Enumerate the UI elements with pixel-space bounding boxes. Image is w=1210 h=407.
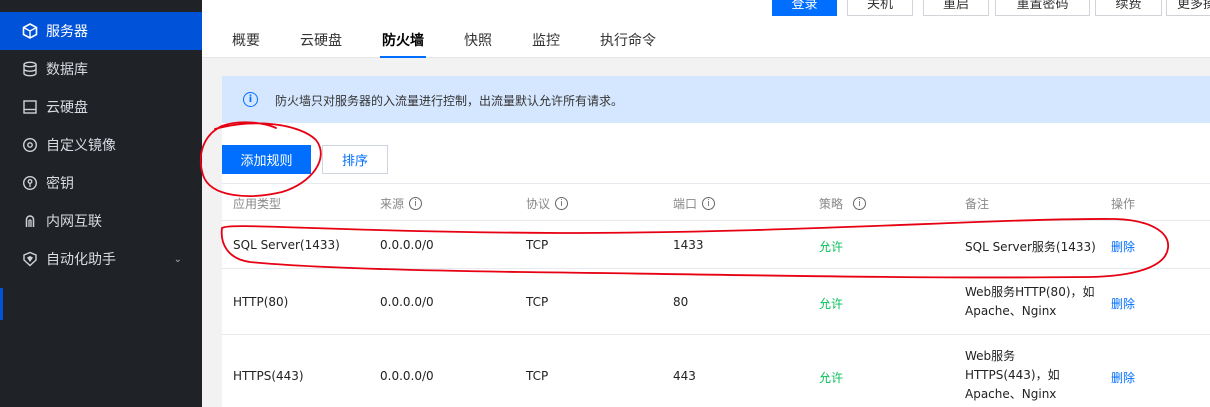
login-button[interactable]: 登录 [772,0,837,16]
sidebar-item-automation[interactable]: 自动化助手 ⌄ [0,240,202,278]
key-icon [22,175,38,191]
scroll-indicator [0,288,3,320]
sidebar-item-key[interactable]: 密钥 [0,164,202,202]
sidebar-item-intranet[interactable]: 内网互联 [0,202,202,240]
delete-link[interactable]: 删除 [1111,238,1135,255]
more-actions-button[interactable]: 更多操作 [1166,0,1210,16]
col-app-type: 应用类型 [233,197,282,211]
note-line: HTTPS(443)，如 [965,368,1060,382]
cell-policy: 允许 [819,297,844,311]
tab-run-command[interactable]: 执行命令 [600,22,656,58]
cell-policy: 允许 [819,371,844,385]
cube-icon [22,23,38,39]
cell-port: 1433 [673,238,704,252]
delete-link[interactable]: 删除 [1111,295,1135,312]
tab-firewall[interactable]: 防火墙 [380,22,426,58]
cell-note: Web服务HTTP(80)，如 Apache、Nginx [965,283,1095,321]
link-icon [22,213,38,229]
sidebar-item-label: 自动化助手 [46,252,116,268]
table-row: SQL Server(1433) 0.0.0.0/0 TCP 1433 允许 S… [222,221,1210,269]
toolbar: 登录 关机 重启 重置密码 续费 更多操作 [202,0,1210,22]
help-icon[interactable]: i [702,197,716,210]
sort-button[interactable]: 排序 [322,145,388,174]
col-source: 来源 i [380,195,423,212]
reset-password-button[interactable]: 重置密码 [995,0,1090,16]
sidebar-item-server[interactable]: 服务器 [0,12,202,50]
tab-cloud-disk[interactable]: 云硬盘 [300,22,342,58]
tab-monitor[interactable]: 监控 [532,22,560,58]
sidebar-item-label: 内网互联 [46,214,102,230]
note-line: Apache、Nginx [965,387,1057,401]
sidebar-item-label: 自定义镜像 [46,138,116,154]
add-rule-button[interactable]: 添加规则 [222,145,311,174]
renew-button[interactable]: 续费 [1095,0,1162,16]
cell-note: SQL Server服务(1433) [965,240,1096,254]
cell-protocol: TCP [526,295,549,309]
cell-app-type: SQL Server(1433) [233,238,340,252]
cell-source: 0.0.0.0/0 [380,369,434,383]
table-header: 应用类型 来源 i 协议 i 端口 i 策略 i 备注 操作 [222,183,1210,221]
cell-port: 443 [673,369,696,383]
tab-snapshot[interactable]: 快照 [464,22,492,58]
chevron-down-icon[interactable]: ⌄ [174,254,182,265]
col-protocol: 协议 i [526,195,569,212]
note-line: Web服务HTTP(80)，如 [965,285,1095,299]
help-icon[interactable]: i [409,197,423,210]
help-icon[interactable]: i [853,197,867,210]
note-line: Web服务 [965,349,1016,363]
cell-port: 80 [673,295,689,309]
cell-protocol: TCP [526,238,549,252]
cell-policy: 允许 [819,240,844,254]
sidebar-item-label: 数据库 [46,62,88,78]
table-row: HTTP(80) 0.0.0.0/0 TCP 80 允许 Web服务HTTP(8… [222,269,1210,335]
cell-app-type: HTTPS(443) [233,369,304,383]
table-row: HTTPS(443) 0.0.0.0/0 TCP 443 允许 Web服务 HT… [222,335,1210,407]
cell-protocol: TCP [526,369,549,383]
note-line: Apache、Nginx [965,304,1057,318]
info-icon: i [243,92,258,107]
disc-icon [22,137,38,153]
col-port: 端口 i [673,195,716,212]
tab-overview[interactable]: 概要 [232,22,260,58]
sidebar-item-label: 云硬盘 [46,100,88,116]
shutdown-button[interactable]: 关机 [847,0,913,16]
cell-source: 0.0.0.0/0 [380,295,434,309]
sidebar-item-database[interactable]: 数据库 [0,50,202,88]
help-icon[interactable]: i [555,197,569,210]
disk-icon [22,99,38,115]
col-note: 备注 [965,197,990,211]
restart-button[interactable]: 重启 [923,0,989,16]
sidebar-item-label: 密钥 [46,176,74,192]
col-actions: 操作 [1111,197,1136,211]
cell-app-type: HTTP(80) [233,295,289,309]
cell-note: Web服务 HTTPS(443)，如 Apache、Nginx [965,347,1060,404]
col-policy: 策略 i [819,195,867,212]
sidebar-item-label: 服务器 [46,24,88,40]
delete-link[interactable]: 删除 [1111,369,1135,386]
sidebar: 服务器 数据库 云硬盘 自定义镜像 密钥 内网互联 自动化助手 ⌄ [0,0,202,407]
notice-text: 防火墙只对服务器的入流量进行控制，出流量默认允许所有请求。 [275,94,624,108]
assistant-icon [22,251,38,267]
sidebar-item-cloud-disk[interactable]: 云硬盘 [0,88,202,126]
database-icon [22,61,38,77]
cell-source: 0.0.0.0/0 [380,238,434,252]
sidebar-item-custom-image[interactable]: 自定义镜像 [0,126,202,164]
info-notice: i 防火墙只对服务器的入流量进行控制，出流量默认允许所有请求。 [222,76,1210,123]
tab-bar: 概要 云硬盘 防火墙 快照 监控 执行命令 [202,22,1210,58]
